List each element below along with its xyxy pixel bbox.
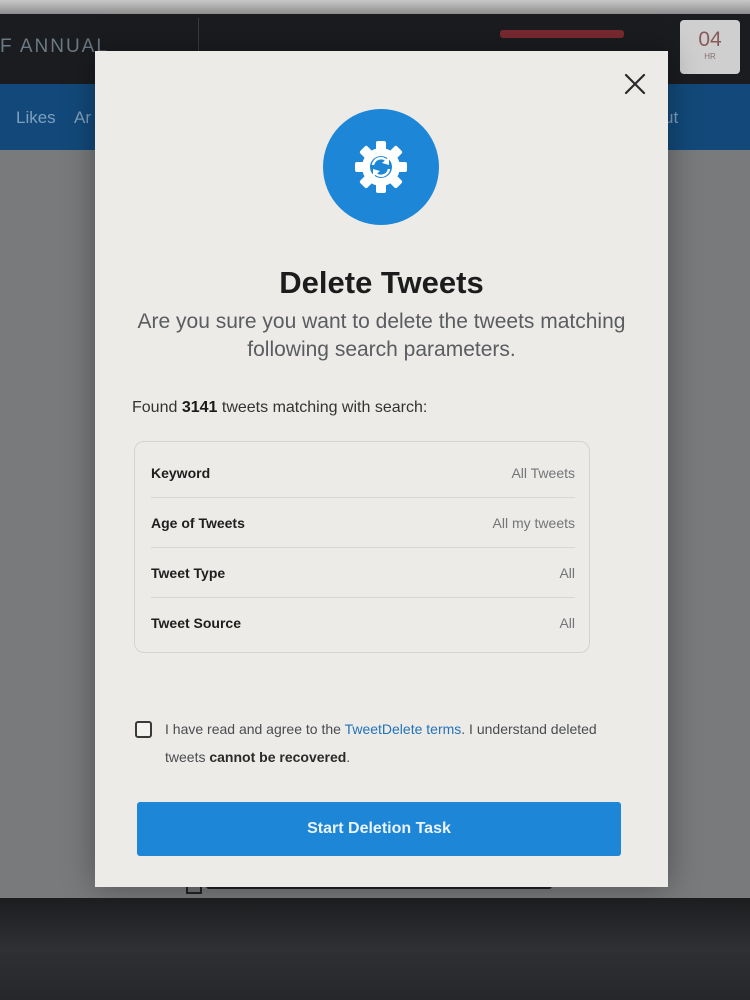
monitor-bezel-top bbox=[0, 0, 750, 14]
param-label: Tweet Source bbox=[151, 615, 241, 631]
param-row-type: Tweet Type All bbox=[151, 548, 575, 598]
header-icon-badge bbox=[323, 109, 439, 225]
background-brand-text: F ANNUAL bbox=[0, 36, 109, 57]
background-timer: 04 HR bbox=[680, 20, 740, 74]
nav-item-likes: Likes bbox=[16, 108, 56, 127]
close-icon bbox=[624, 73, 646, 95]
found-count-text: Found 3141 tweets matching with search: bbox=[132, 399, 427, 417]
search-parameters-table: Keyword All Tweets Age of Tweets All my … bbox=[134, 441, 590, 653]
dialog-subtitle: Are you sure you want to delete the twee… bbox=[137, 310, 626, 361]
terms-checkbox[interactable] bbox=[135, 721, 152, 738]
start-deletion-button[interactable]: Start Deletion Task bbox=[137, 802, 621, 856]
param-value: All bbox=[559, 615, 575, 631]
delete-tweets-dialog: Delete Tweets Are you sure you want to d… bbox=[95, 51, 668, 887]
param-row-source: Tweet Source All bbox=[151, 598, 575, 648]
terms-prefix: I have read and agree to the bbox=[165, 721, 341, 737]
screen: F ANNUAL 04 HR Likes Ar ut Delete Tweets… bbox=[0, 14, 750, 900]
monitor-bezel-bottom bbox=[0, 898, 750, 1000]
terms-text: I have read and agree to the TweetDelete… bbox=[165, 715, 625, 771]
param-value: All Tweets bbox=[511, 464, 575, 481]
param-row-keyword: Keyword All Tweets bbox=[151, 448, 575, 498]
param-value: All bbox=[559, 564, 575, 581]
param-row-age: Age of Tweets All my tweets bbox=[151, 498, 575, 548]
param-label: Tweet Type bbox=[151, 564, 226, 581]
gear-sync-icon bbox=[355, 141, 407, 193]
terms-warning: cannot be recovered bbox=[209, 749, 347, 765]
found-count: 3141 bbox=[181, 399, 218, 416]
found-suffix: tweets matching with search: bbox=[221, 399, 428, 416]
terms-suffix: . bbox=[346, 749, 351, 765]
terms-link[interactable]: TweetDelete terms bbox=[345, 721, 462, 737]
found-prefix: Found bbox=[132, 399, 178, 416]
close-button[interactable] bbox=[622, 71, 648, 97]
nav-item-partial-left: Ar bbox=[74, 108, 91, 127]
param-label: Age of Tweets bbox=[151, 514, 245, 531]
background-red-button bbox=[500, 30, 624, 38]
param-label: Keyword bbox=[151, 464, 211, 481]
param-value: All my tweets bbox=[492, 514, 575, 531]
timer-value: 04 bbox=[698, 28, 722, 51]
timer-unit: HR bbox=[704, 52, 716, 61]
dialog-title: Delete Tweets bbox=[279, 265, 484, 300]
